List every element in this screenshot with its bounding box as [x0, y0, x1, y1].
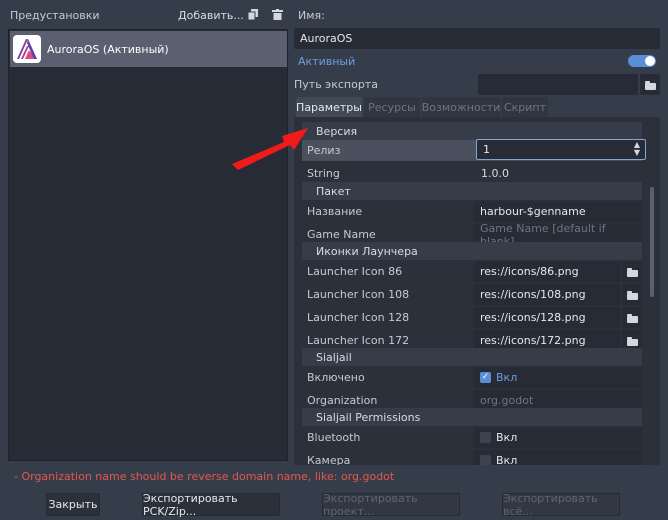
folder-icon — [626, 313, 638, 323]
tab-resources[interactable]: Ресурсы — [364, 97, 420, 117]
name-label: Имя: — [298, 9, 325, 22]
package-name-label: Название — [307, 205, 363, 218]
enabled-label: Включено — [307, 371, 365, 384]
export-pck-zip-button[interactable]: Экспортировать PCK/Zip... — [142, 492, 280, 518]
section-launcher-icons[interactable]: Иконки Лаунчера — [302, 242, 642, 260]
tab-features[interactable]: Возможности — [422, 97, 500, 117]
checkbox-checked-icon — [480, 372, 491, 383]
section-sailjail[interactable]: Sialjail — [302, 348, 642, 366]
preset-item-label: AuroraOS (Активный) — [47, 42, 169, 56]
options-inspector[interactable]: Версия Релиз 1 ▲ ▼ String 1.0.0 Пакет Наз… — [294, 117, 660, 465]
error-message: - Organization name should be reverse do… — [14, 470, 395, 483]
checkbox-unchecked-icon — [480, 455, 491, 465]
launcher-icon-86-label: Launcher Icon 86 — [307, 265, 403, 278]
checkbox-unchecked-icon — [480, 432, 491, 443]
section-version[interactable]: Версия — [302, 122, 642, 140]
release-value: 1 — [483, 143, 490, 156]
launcher-icon-172-label: Launcher Icon 172 — [307, 334, 410, 347]
export-path-label: Путь экспорта — [294, 78, 378, 91]
name-input[interactable]: AuroraOS — [294, 28, 660, 49]
auroraos-logo — [13, 35, 41, 63]
launcher-icon-128-input[interactable]: res://icons/128.png — [474, 307, 620, 328]
release-spinbox[interactable]: 1 ▲ ▼ — [476, 139, 646, 160]
launcher-icon-86-input[interactable]: res://icons/86.png — [474, 261, 620, 282]
launcher-icon-108-browse[interactable] — [622, 284, 642, 305]
tab-script[interactable]: Скрипт — [502, 97, 548, 117]
game-name-label: Game Name — [307, 228, 376, 241]
camera-label: Камера — [307, 454, 351, 465]
section-sailjail-permissions[interactable]: Sialjail Permissions — [302, 408, 642, 426]
add-preset-button[interactable]: Добавить... — [178, 9, 244, 22]
annotation-arrow-icon — [232, 128, 308, 170]
inspector-scrollbar[interactable] — [650, 187, 654, 297]
launcher-icon-128-browse[interactable] — [622, 307, 642, 328]
export-all-button[interactable]: Экспортировать всё... — [502, 492, 620, 518]
duplicate-icon[interactable] — [247, 9, 259, 21]
launcher-icon-128-label: Launcher Icon 128 — [307, 311, 410, 324]
export-project-button[interactable]: Экспортировать проект... — [322, 492, 460, 518]
export-path-input[interactable] — [478, 74, 638, 95]
launcher-icon-86-browse[interactable] — [622, 261, 642, 282]
string-value: 1.0.0 — [481, 166, 509, 180]
runnable-toggle[interactable] — [628, 55, 656, 67]
delete-icon[interactable] — [272, 9, 283, 20]
export-path-browse-button[interactable] — [640, 74, 660, 95]
launcher-icon-108-input[interactable]: res://icons/108.png — [474, 284, 620, 305]
bluetooth-checkbox[interactable]: Вкл — [474, 427, 642, 448]
presets-header: Предустановки — [10, 9, 100, 22]
folder-icon — [626, 336, 638, 346]
folder-icon — [644, 80, 656, 90]
enabled-checkbox[interactable]: Вкл — [474, 367, 642, 388]
presets-list[interactable]: AuroraOS (Активный) — [8, 29, 288, 461]
package-name-input[interactable]: harbour-$genname — [474, 201, 642, 222]
organization-label: Organization — [307, 394, 378, 407]
launcher-icon-108-label: Launcher Icon 108 — [307, 288, 410, 301]
preset-item-auroraos[interactable]: AuroraOS (Активный) — [10, 31, 287, 67]
bluetooth-label: Bluetooth — [307, 431, 361, 444]
folder-icon — [626, 267, 638, 277]
runnable-label: Активный — [298, 55, 356, 68]
tab-options[interactable]: Параметры — [296, 97, 362, 117]
folder-icon — [626, 290, 638, 300]
spin-updown-icon[interactable]: ▲ ▼ — [634, 141, 640, 157]
camera-checkbox[interactable]: Вкл — [474, 450, 642, 465]
close-button[interactable]: Закрыть — [46, 493, 100, 516]
section-package[interactable]: Пакет — [302, 182, 642, 200]
toggle-knob — [645, 56, 655, 66]
